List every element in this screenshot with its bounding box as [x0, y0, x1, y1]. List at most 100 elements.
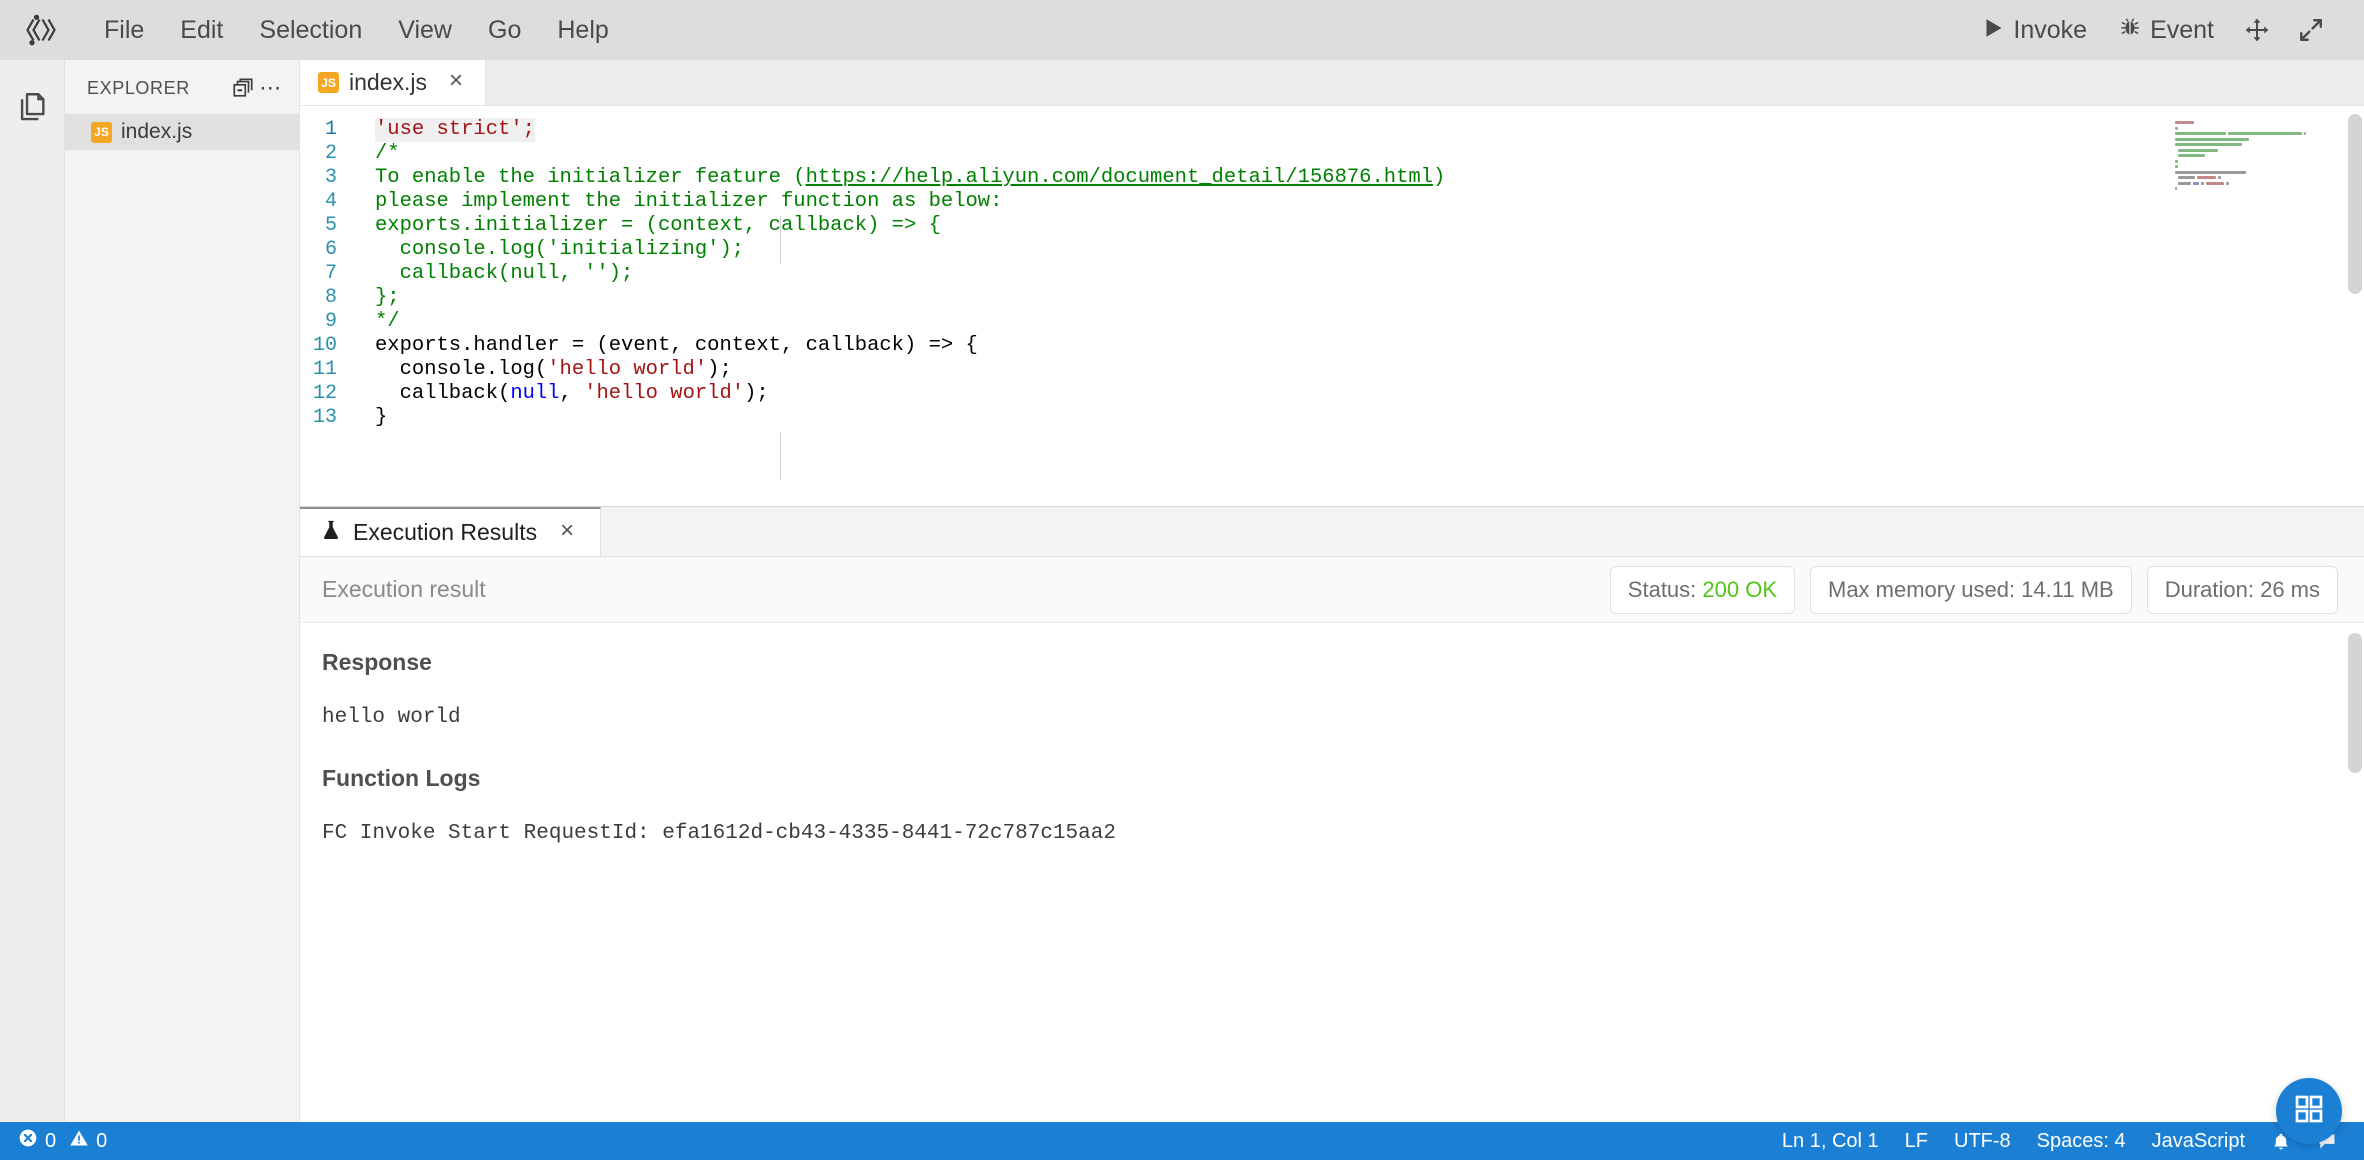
code-line[interactable]: 10exports.handler = (event, context, cal… — [300, 334, 2364, 358]
indentation-selector[interactable]: Spaces: 4 — [2024, 1122, 2139, 1160]
menu-bar: File Edit Selection View Go Help Invoke — [0, 0, 2364, 60]
tab-index-js[interactable]: JS index.js × — [300, 60, 486, 105]
invoke-label: Invoke — [2013, 16, 2087, 45]
code-link[interactable]: https://help.aliyun.com/document_detail/… — [806, 166, 1433, 189]
code-line[interactable]: 7 callback(null, ''); — [300, 262, 2364, 286]
editor-vertical-scrollbar[interactable] — [2346, 106, 2364, 506]
panel-vertical-scrollbar[interactable] — [2346, 623, 2364, 1122]
grid-apps-button[interactable] — [2276, 1078, 2342, 1144]
close-icon[interactable]: × — [554, 520, 580, 546]
minimap-lines — [2171, 120, 2346, 192]
code-token: console.log('initializing'); — [375, 238, 744, 261]
status-bar: 0 0 Ln 1, Col 1 LF UTF-8 Spaces: 4 JavaS… — [0, 1122, 2364, 1160]
encoding-selector[interactable]: UTF-8 — [1941, 1122, 2024, 1160]
minimap-token — [2178, 149, 2219, 152]
code-line[interactable]: 3To enable the initializer feature (http… — [300, 166, 2364, 190]
scrollbar-thumb[interactable] — [2348, 114, 2362, 294]
menu-edit[interactable]: Edit — [162, 10, 241, 51]
code-token: ); — [707, 358, 732, 381]
file-item-index-js[interactable]: JS index.js — [65, 114, 299, 150]
code-line[interactable]: 8}; — [300, 286, 2364, 310]
event-button[interactable]: Event — [2103, 10, 2230, 51]
grid-apps-icon — [2293, 1093, 2325, 1130]
indent-guide — [780, 432, 781, 480]
code-line[interactable]: 11 console.log('hello world'); — [300, 358, 2364, 382]
status-badge-label: Status: — [1628, 577, 1703, 602]
code-logo-icon — [18, 7, 64, 53]
minimap-token — [2193, 182, 2199, 185]
code-token: } — [375, 406, 387, 429]
code-token: callback(null, ''); — [375, 262, 633, 285]
workbench-body: EXPLORER ⋯ JS index.js — [0, 60, 2364, 1122]
code-line[interactable]: 2/* — [300, 142, 2364, 166]
code-line-text: }; — [375, 286, 400, 310]
line-number: 4 — [300, 190, 375, 214]
scrollbar-thumb[interactable] — [2348, 633, 2362, 773]
code-token: */ — [375, 310, 400, 333]
code-token: , — [560, 382, 585, 405]
move-arrows-icon[interactable] — [2230, 8, 2284, 52]
files-explorer-icon[interactable] — [0, 76, 65, 138]
code-line-text: exports.initializer = (context, callback… — [375, 214, 941, 238]
minimap-token — [2197, 176, 2216, 179]
close-icon[interactable]: × — [443, 70, 469, 96]
flask-icon — [320, 518, 342, 547]
activity-bar — [0, 60, 65, 1122]
expand-diagonal-icon[interactable] — [2284, 8, 2338, 52]
code-scroll-area: 1'use strict';2/*3To enable the initiali… — [300, 106, 2364, 506]
menu-selection[interactable]: Selection — [241, 10, 380, 51]
code-line-text: /* — [375, 142, 400, 166]
menu-help[interactable]: Help — [539, 10, 626, 51]
js-file-icon: JS — [318, 72, 339, 93]
minimap-token — [2175, 171, 2246, 174]
code-line-text: } — [375, 406, 387, 430]
menu-view[interactable]: View — [380, 10, 470, 51]
code-line-text: console.log('initializing'); — [375, 238, 744, 262]
code-line[interactable]: 5exports.initializer = (context, callbac… — [300, 214, 2364, 238]
code-token: ); — [744, 382, 769, 405]
minimap-token — [2218, 176, 2221, 179]
response-heading: Response — [322, 649, 2338, 676]
minimap-token — [2226, 182, 2229, 185]
minimap-token — [2178, 182, 2191, 185]
panel-tab-bar: Execution Results × — [300, 507, 2364, 557]
code-token: }; — [375, 286, 400, 309]
code-line-text: To enable the initializer feature (https… — [375, 166, 1445, 190]
menu-go[interactable]: Go — [470, 10, 539, 51]
explorer-sidebar: EXPLORER ⋯ JS index.js — [65, 60, 300, 1122]
cursor-position[interactable]: Ln 1, Col 1 — [1769, 1122, 1892, 1160]
menu-file[interactable]: File — [86, 10, 162, 51]
minimap-token — [2175, 143, 2242, 146]
tab-execution-results[interactable]: Execution Results × — [300, 507, 601, 556]
file-item-label: index.js — [121, 120, 192, 144]
code-line-text: exports.handler = (event, context, callb… — [375, 334, 978, 358]
minimap-token — [2178, 154, 2206, 157]
code-line-text: console.log('hello world'); — [375, 358, 732, 382]
menubar-actions: Invoke Event — [1968, 8, 2338, 52]
code-line[interactable]: 12 callback(null, 'hello world'); — [300, 382, 2364, 406]
problems-indicator[interactable]: 0 0 — [10, 1122, 115, 1160]
code-token: please implement the initializer functio… — [375, 190, 1002, 213]
code-editor[interactable]: 1'use strict';2/*3To enable the initiali… — [300, 106, 2364, 506]
invoke-button[interactable]: Invoke — [1968, 10, 2103, 51]
collapse-all-icon[interactable] — [229, 74, 257, 102]
editor-tab-bar: JS index.js × — [300, 60, 2364, 106]
code-line[interactable]: 1'use strict'; — [300, 118, 2364, 142]
code-line[interactable]: 4please implement the initializer functi… — [300, 190, 2364, 214]
code-line[interactable]: 13} — [300, 406, 2364, 430]
code-line[interactable]: 9*/ — [300, 310, 2364, 334]
minimap-token — [2175, 165, 2178, 168]
minimap-token — [2304, 132, 2306, 135]
status-badge: Status: 200 OK — [1610, 566, 1795, 614]
errors-count: 0 — [45, 1130, 56, 1153]
code-token: exports.handler = (event, context, callb… — [375, 334, 978, 357]
bug-icon — [2119, 16, 2141, 45]
eol-selector[interactable]: LF — [1892, 1122, 1941, 1160]
language-selector[interactable]: JavaScript — [2139, 1122, 2258, 1160]
app-window: File Edit Selection View Go Help Invoke — [0, 0, 2364, 1160]
more-actions-icon[interactable]: ⋯ — [257, 74, 285, 102]
code-line[interactable]: 6 console.log('initializing'); — [300, 238, 2364, 262]
editor-minimap[interactable] — [2171, 106, 2346, 506]
line-number: 7 — [300, 262, 375, 286]
status-badge-value: 200 OK — [1702, 577, 1777, 602]
